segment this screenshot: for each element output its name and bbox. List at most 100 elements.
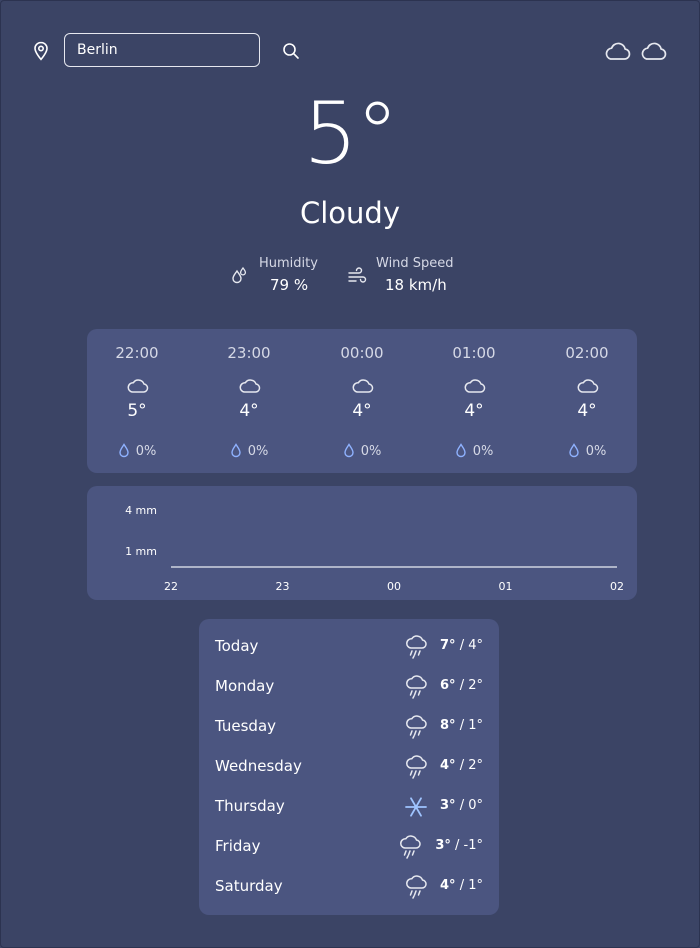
x-tick-label: 22 (164, 580, 178, 593)
day-temps: 3° / -1° (435, 838, 483, 853)
wind-icon (348, 267, 367, 283)
cloud-icon (464, 379, 486, 393)
day-temps: 6° / 2° (440, 678, 483, 693)
day-low: -1° (463, 838, 483, 853)
cloud-rain-icon (406, 675, 427, 699)
daily-row: Monday 6° / 2° (199, 667, 499, 707)
hourly-item: 02:00 4° 0% (537, 329, 637, 473)
hour-temperature: 4° (577, 401, 597, 421)
cloud-icon (127, 379, 149, 393)
day-high: 3° (440, 798, 456, 813)
temp-separator: / (455, 678, 469, 693)
hour-time: 22:00 (115, 344, 159, 362)
temp-separator: / (455, 718, 469, 733)
precipitation-chart-svg: 4 mm 1 mm 22 23 00 01 02 (125, 504, 624, 593)
day-temps: 7° / 4° (440, 638, 483, 653)
cloud-rain-icon (406, 715, 427, 739)
humidity-value: 79 % (270, 276, 309, 294)
hourly-forecast: 22:00 5° 0% 23:00 4° 0% 00:00 4° 0% 01:00 4° 0% 02:0… (87, 329, 637, 473)
x-tick-label: 01 (499, 580, 513, 593)
hour-precip-value: 0% (472, 444, 494, 459)
hour-precip: 0% (537, 443, 637, 459)
hourly-item: 22:00 5° 0% (87, 329, 187, 473)
daily-row: Thursday 3° / 0° (199, 787, 499, 827)
day-name: Thursday (215, 797, 285, 815)
hour-precip: 0% (312, 443, 412, 459)
day-name: Tuesday (215, 717, 277, 735)
daily-row: Saturday 4° / 1° (199, 867, 499, 907)
cloud-icon[interactable] (639, 40, 667, 62)
day-high: 4° (440, 878, 456, 893)
raindrop-icon (343, 443, 354, 458)
day-name: Wednesday (215, 757, 302, 775)
day-temps: 4° / 2° (440, 758, 483, 773)
temp-separator: / (455, 758, 469, 773)
day-name: Saturday (215, 877, 283, 895)
wind-value: 18 km/h (385, 276, 447, 294)
daily-row: Tuesday 8° / 1° (199, 707, 499, 747)
hour-temperature: 5° (127, 401, 147, 421)
location-pin-icon[interactable] (32, 41, 50, 61)
daily-row: Wednesday 4° / 2° (199, 747, 499, 787)
cloud-icon (577, 379, 599, 393)
cloud-rain-icon (406, 755, 427, 779)
search-icon[interactable] (281, 41, 301, 61)
day-temps: 8° / 1° (440, 718, 483, 733)
cloud-rain-icon (406, 875, 427, 899)
cloud-rain-icon (400, 835, 421, 859)
hour-time: 01:00 (452, 344, 496, 362)
current-temperature: 5° (303, 84, 399, 184)
day-low: 0° (468, 798, 483, 813)
day-high: 3° (435, 838, 451, 853)
temp-separator: / (455, 878, 469, 893)
day-name: Monday (215, 677, 275, 695)
city-search-input[interactable] (64, 33, 260, 67)
hour-precip: 0% (199, 443, 299, 459)
temp-separator: / (455, 798, 469, 813)
temp-separator: / (450, 838, 464, 853)
hour-precip-value: 0% (585, 444, 607, 459)
raindrop-icon (230, 443, 241, 458)
daily-forecast: Today 7° / 4° Monday 6° / 2° Tuesday 8° / 1° W… (199, 619, 499, 915)
day-high: 6° (440, 678, 456, 693)
hourly-item: 23:00 4° 0% (199, 329, 299, 473)
hour-precip: 0% (424, 443, 524, 459)
cloud-icon (352, 379, 374, 393)
raindrop-icon (118, 443, 129, 458)
precipitation-chart: 4 mm 1 mm 22 23 00 01 02 (87, 486, 637, 600)
cloud-icon[interactable] (603, 40, 631, 62)
hour-precip: 0% (87, 443, 187, 459)
day-low: 1° (468, 878, 483, 893)
day-low: 1° (468, 718, 483, 733)
humidity-icon (232, 266, 247, 284)
hour-temperature: 4° (352, 401, 372, 421)
day-high: 4° (440, 758, 456, 773)
hour-precip-value: 0% (135, 444, 157, 459)
raindrop-icon (455, 443, 466, 458)
y-tick-label: 1 mm (125, 545, 157, 558)
day-name: Today (215, 637, 259, 655)
hour-temperature: 4° (239, 401, 259, 421)
day-low: 4° (468, 638, 483, 653)
hour-temperature: 4° (464, 401, 484, 421)
day-high: 8° (440, 718, 456, 733)
hour-time: 23:00 (227, 344, 271, 362)
hourly-item: 00:00 4° 0% (312, 329, 412, 473)
x-tick-label: 00 (387, 580, 401, 593)
day-low: 2° (468, 678, 483, 693)
humidity-label: Humidity (259, 256, 318, 271)
daily-row: Today 7° / 4° (199, 627, 499, 667)
y-tick-label: 4 mm (125, 504, 157, 517)
hour-time: 00:00 (340, 344, 384, 362)
wind-label: Wind Speed (376, 256, 454, 271)
day-low: 2° (468, 758, 483, 773)
day-high: 7° (440, 638, 456, 653)
hour-precip-value: 0% (360, 444, 382, 459)
cloud-rain-icon (406, 635, 427, 659)
x-tick-label: 02 (610, 580, 624, 593)
x-tick-label: 23 (276, 580, 290, 593)
hour-precip-value: 0% (247, 444, 269, 459)
daily-row: Friday 3° / -1° (199, 827, 499, 867)
hour-time: 02:00 (565, 344, 609, 362)
temp-separator: / (455, 638, 469, 653)
